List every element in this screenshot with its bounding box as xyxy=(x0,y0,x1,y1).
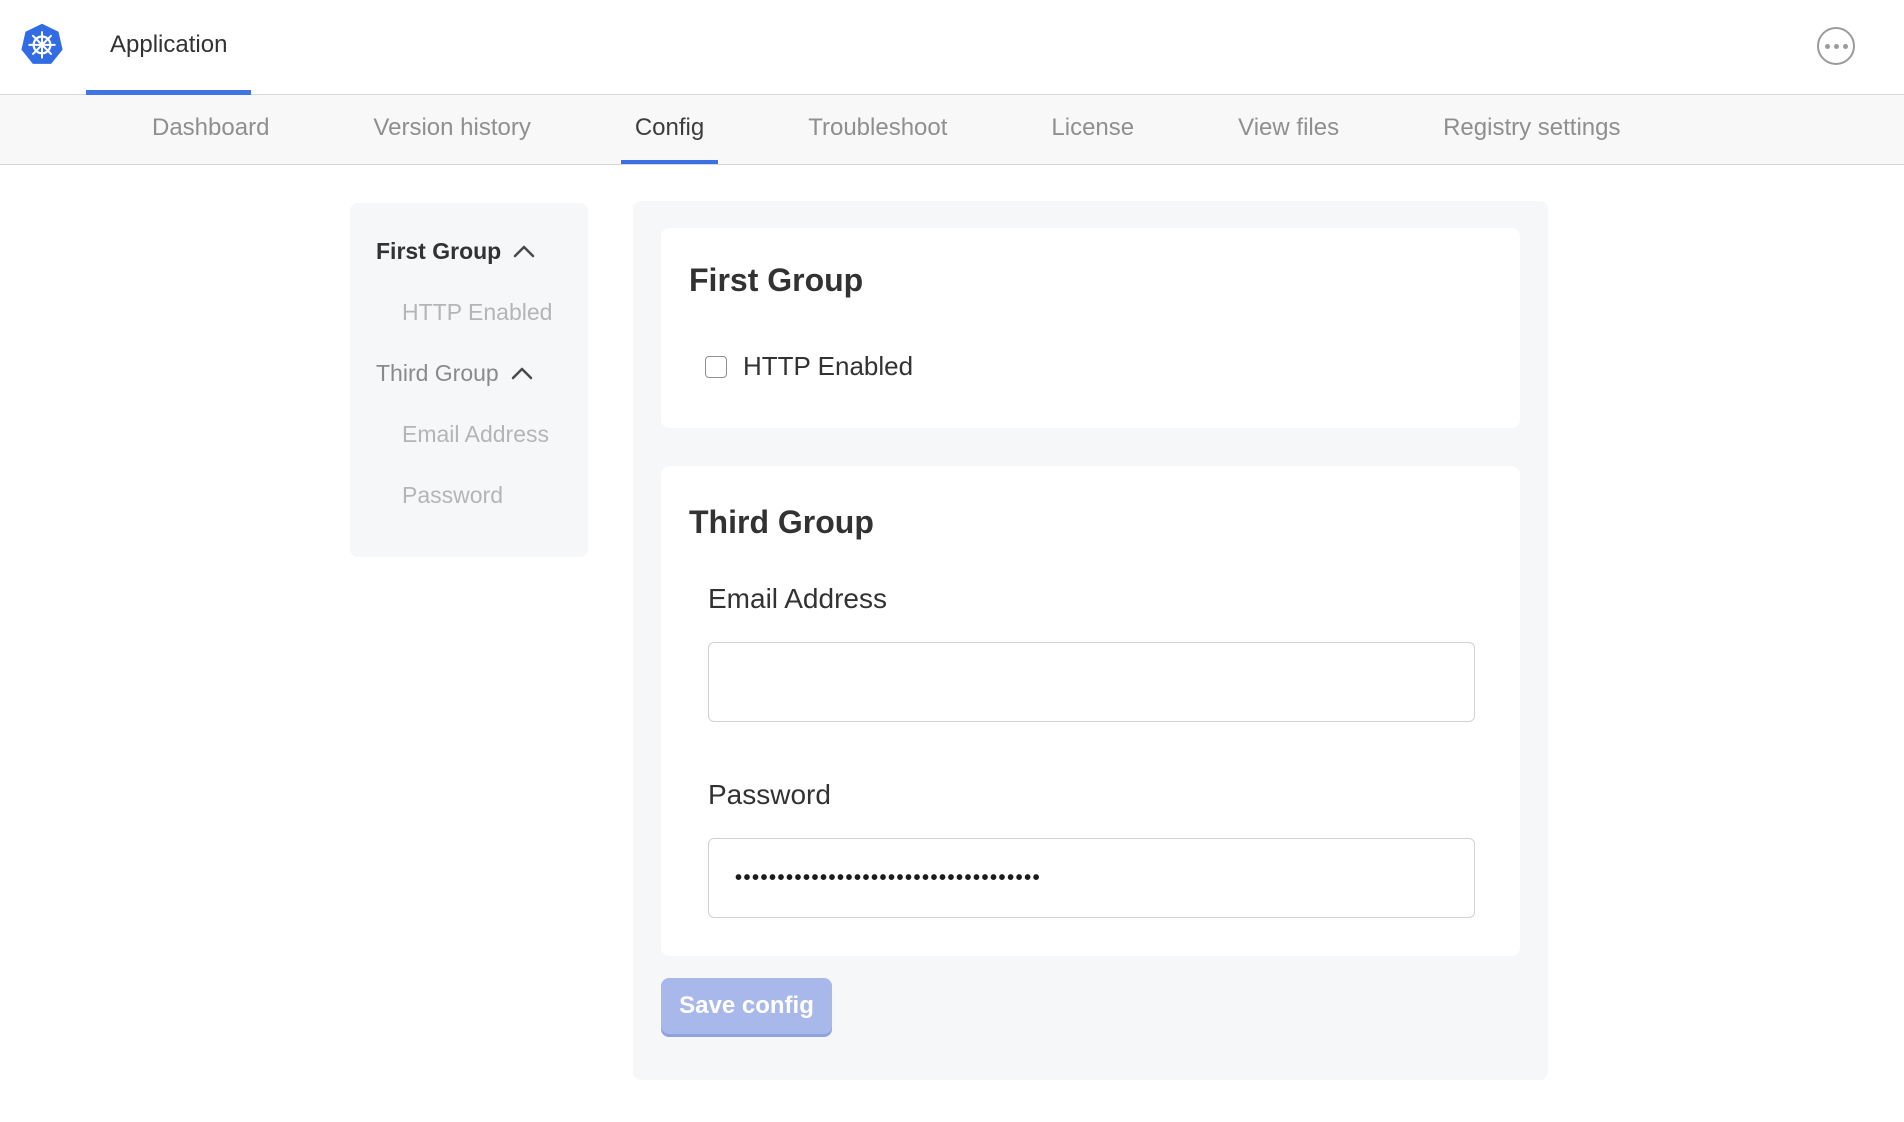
kubernetes-logo-icon xyxy=(20,22,64,66)
config-group-card-first-group: First Group HTTP Enabled xyxy=(661,228,1520,428)
app-title: Application xyxy=(110,31,227,59)
password-field: Password xyxy=(708,779,1492,918)
group-title: First Group xyxy=(689,262,1492,299)
sidebar-item-label: Email Address xyxy=(402,421,549,448)
email-address-field: Email Address xyxy=(708,583,1492,722)
nav-tab-troubleshoot[interactable]: Troubleshoot xyxy=(794,95,961,164)
nav-tab-version-history[interactable]: Version history xyxy=(359,95,544,164)
nav-tab-config[interactable]: Config xyxy=(621,95,718,164)
sidebar-item-email-address[interactable]: Email Address xyxy=(376,404,588,465)
chevron-up-icon xyxy=(513,245,535,258)
ellipsis-icon xyxy=(1825,44,1848,49)
sidebar-group-first-group[interactable]: First Group xyxy=(376,221,588,282)
app-nav: Dashboard Version history Config Trouble… xyxy=(0,95,1904,165)
group-title: Third Group xyxy=(689,504,1492,541)
overflow-menu-button[interactable] xyxy=(1817,27,1855,65)
sidebar-item-password[interactable]: Password xyxy=(376,465,588,526)
tab-application[interactable]: Application xyxy=(86,0,251,95)
config-form-panel: First Group HTTP Enabled Third Group Ema… xyxy=(633,201,1548,1080)
field-label: Password xyxy=(708,779,1492,811)
http-enabled-field: HTTP Enabled xyxy=(705,351,1492,382)
nav-tab-dashboard[interactable]: Dashboard xyxy=(138,95,283,164)
sidebar-group-label: First Group xyxy=(376,238,501,265)
config-group-card-third-group: Third Group Email Address Password xyxy=(661,466,1520,956)
nav-tab-license[interactable]: License xyxy=(1037,95,1148,164)
password-input[interactable] xyxy=(708,838,1475,918)
nav-tab-registry-settings[interactable]: Registry settings xyxy=(1429,95,1634,164)
email-address-input[interactable] xyxy=(708,642,1475,722)
field-label: Email Address xyxy=(708,583,1492,615)
app-header: Application xyxy=(0,0,1904,95)
sidebar-group-third-group[interactable]: Third Group xyxy=(376,343,588,404)
save-config-button[interactable]: Save config xyxy=(661,978,832,1034)
chevron-up-icon xyxy=(511,367,533,380)
http-enabled-checkbox[interactable] xyxy=(705,356,727,378)
kots-admin-console: Application Dashboard Version history Co… xyxy=(0,0,1904,1122)
sidebar-item-label: Password xyxy=(402,482,503,509)
config-page: First Group HTTP Enabled Third Group Ema… xyxy=(0,165,1904,1121)
config-sidebar: First Group HTTP Enabled Third Group Ema… xyxy=(350,203,588,557)
sidebar-item-label: HTTP Enabled xyxy=(402,299,552,326)
sidebar-item-http-enabled[interactable]: HTTP Enabled xyxy=(376,282,588,343)
sidebar-group-label: Third Group xyxy=(376,360,499,387)
nav-tab-view-files[interactable]: View files xyxy=(1224,95,1353,164)
checkbox-label[interactable]: HTTP Enabled xyxy=(743,351,913,382)
